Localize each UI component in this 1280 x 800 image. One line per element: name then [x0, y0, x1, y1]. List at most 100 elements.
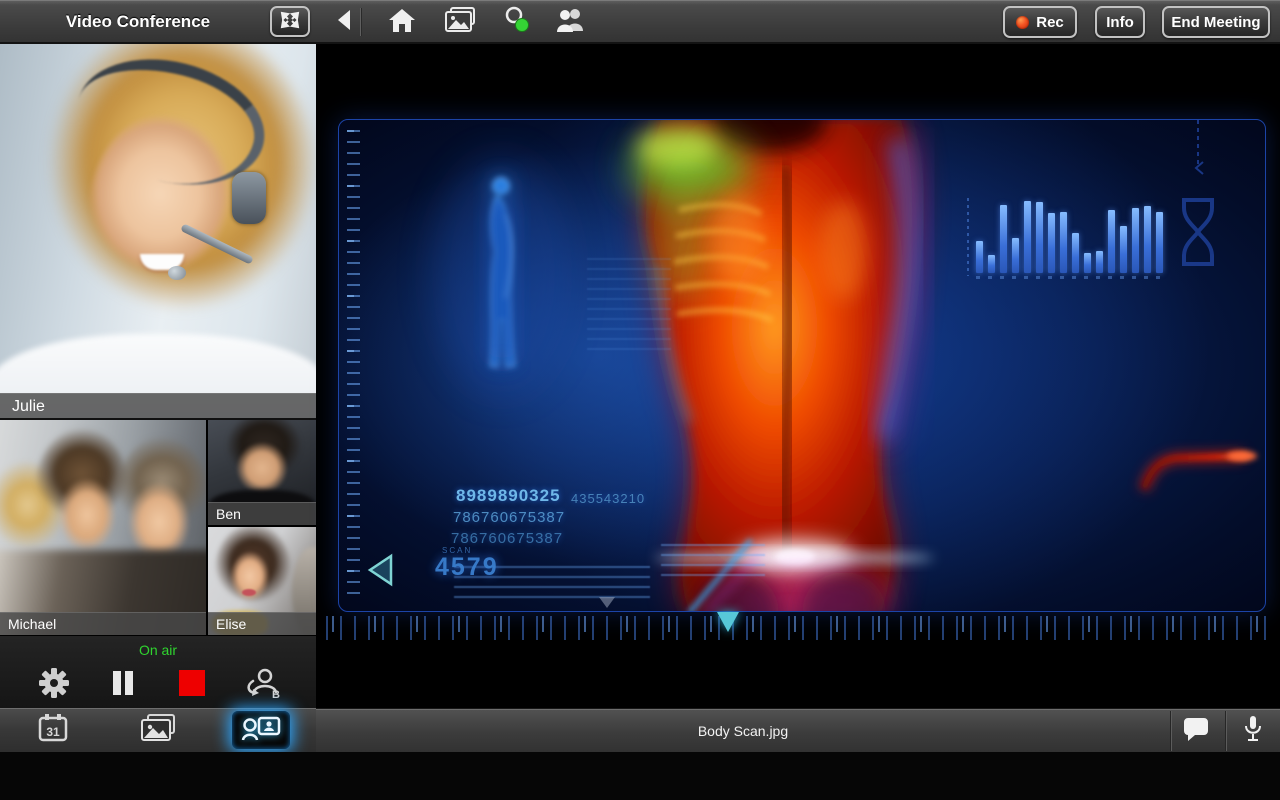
participant-name: Michael	[8, 616, 57, 632]
thumbnail-michael[interactable]: Michael	[0, 420, 206, 635]
home-button[interactable]	[386, 7, 418, 37]
rec-dot-icon	[1016, 15, 1030, 29]
equalizer-bar	[1096, 251, 1103, 273]
participant-name-tag: Julie	[0, 393, 316, 418]
group-person-2-face	[58, 478, 116, 552]
android-system-bar: 4G∨	[0, 752, 1280, 800]
scan-vertical-ruler	[347, 130, 360, 598]
rec-button[interactable]: Rec	[1003, 6, 1077, 38]
thumbnail-elise[interactable]: Elise	[208, 527, 316, 635]
screen: Video Conference Julie Michael Ben Elise…	[0, 0, 1280, 800]
tab-gallery[interactable]	[129, 711, 187, 749]
shared-content-viewer: 8989890325 435543210 786760675387 786760…	[316, 44, 1280, 708]
headset-mic-tip	[168, 266, 186, 280]
call-controls: On air B	[0, 635, 316, 708]
expand-button[interactable]	[270, 6, 310, 37]
search-presence-icon	[502, 6, 532, 39]
file-bar-separator	[1171, 711, 1172, 751]
transfer-badge: B	[272, 689, 280, 699]
on-air-status: On air	[138, 642, 178, 658]
video-contact-icon	[241, 713, 281, 748]
end-meeting-button[interactable]: End Meeting	[1162, 6, 1270, 38]
equalizer-bar	[1072, 233, 1079, 273]
hud-text-lines	[587, 258, 671, 352]
info-label: Info	[1106, 13, 1134, 31]
home-icon	[388, 7, 416, 38]
equalizer-bar	[1024, 201, 1031, 273]
headset-earcup	[232, 172, 266, 224]
chat-button[interactable]	[1176, 717, 1216, 745]
microphone-icon	[1244, 715, 1262, 748]
settings-button[interactable]	[37, 667, 71, 704]
equalizer-axis	[967, 198, 969, 276]
equalizer-bars	[976, 201, 1168, 273]
gallery-icon	[140, 713, 176, 747]
scan-counter: 4579	[435, 553, 499, 581]
transfer-contact-icon: B	[244, 667, 280, 704]
tab-calendar[interactable]: 31	[24, 711, 82, 749]
rec-label: Rec	[1036, 13, 1064, 31]
equalizer-bar	[976, 241, 983, 273]
expand-arrows-icon	[280, 11, 300, 33]
equalizer-bar	[1108, 210, 1115, 273]
pause-icon	[110, 669, 136, 702]
top-toolbar: Rec Info End Meeting	[316, 0, 1280, 44]
title-bar: Video Conference	[0, 0, 316, 44]
video-conference-panel: Video Conference Julie Michael Ben Elise…	[0, 0, 316, 752]
equalizer-bar	[1036, 202, 1043, 273]
hud-text-lines	[661, 544, 765, 582]
gallery-button[interactable]	[444, 6, 476, 37]
left-tab-bar: 31	[0, 708, 316, 752]
file-bar-separator	[1226, 711, 1227, 751]
scan-id-number: 435543210	[571, 491, 646, 506]
pause-button[interactable]	[106, 668, 140, 702]
toolbar-separator	[360, 8, 361, 36]
stop-record-button[interactable]	[175, 668, 209, 702]
timeline-ruler[interactable]	[326, 616, 1276, 640]
search-presence-button[interactable]	[501, 6, 533, 39]
scan-id-number: 786760675387	[451, 530, 564, 547]
elise-face	[230, 551, 274, 607]
back-arrow-icon	[336, 9, 352, 36]
elise-lips	[242, 589, 256, 596]
info-button[interactable]: Info	[1095, 6, 1145, 38]
participant-name: Ben	[216, 506, 241, 522]
equalizer-bar	[1156, 212, 1163, 273]
microphone-button[interactable]	[1233, 715, 1273, 748]
back-button[interactable]	[328, 7, 360, 37]
equalizer-bar	[1120, 226, 1127, 273]
participant-thumbnails: Michael Ben Elise	[0, 420, 316, 635]
main-video-julie[interactable]: Julie	[0, 44, 316, 418]
calendar-day: 31	[46, 725, 60, 739]
transfer-contact-button[interactable]: B	[244, 667, 280, 704]
panel-title: Video Conference	[65, 12, 211, 31]
tab-video-contact[interactable]	[232, 711, 290, 749]
stop-square-icon	[178, 669, 206, 702]
equalizer-bar	[1144, 206, 1151, 273]
gear-icon	[38, 667, 70, 704]
participant-name: Julie	[12, 398, 45, 415]
thumbnail-ben[interactable]: Ben	[208, 420, 316, 525]
scan-previous-arrow[interactable]	[365, 553, 397, 592]
shared-file-name: Body Scan.jpg	[697, 723, 789, 739]
equalizer-bar	[1012, 238, 1019, 273]
end-meeting-label: End Meeting	[1171, 13, 1261, 31]
equalizer-bar	[1000, 205, 1007, 273]
participant-name-tag: Elise	[208, 612, 316, 635]
body-scan-image[interactable]: 8989890325 435543210 786760675387 786760…	[338, 119, 1266, 612]
scan-id-number: 8989890325	[456, 486, 561, 505]
people-button[interactable]	[555, 7, 587, 37]
equalizer-bar	[1084, 253, 1091, 273]
participant-name-tag: Ben	[208, 502, 316, 525]
equalizer-bar	[1132, 208, 1139, 273]
equalizer-baseline	[976, 276, 1166, 279]
timeline-marker-icon[interactable]	[717, 612, 739, 632]
participant-name: Elise	[216, 616, 247, 632]
calendar-icon: 31	[37, 713, 69, 748]
equalizer-bar	[1060, 212, 1067, 273]
equalizer-bar	[1048, 213, 1055, 273]
equalizer-bar	[988, 255, 995, 273]
chat-bubble-icon	[1182, 716, 1210, 747]
scan-id-number: 786760675387	[453, 509, 566, 526]
scan-down-pointer	[599, 597, 615, 608]
